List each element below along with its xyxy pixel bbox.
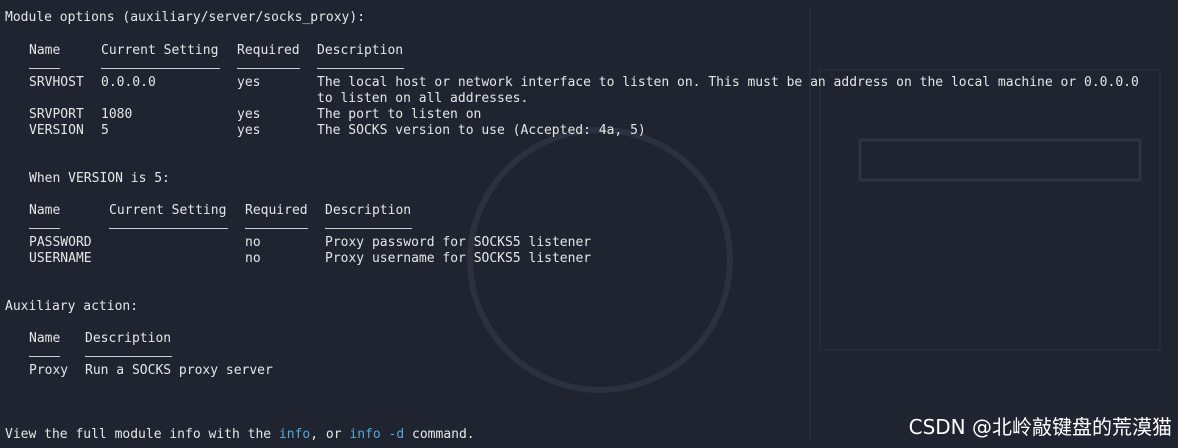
when-version-label: When VERSION is 5:	[29, 171, 170, 186]
table-row: SRVPORT 1080 yes The port to listen on	[5, 107, 1165, 123]
table-row: SRVHOST 0.0.0.0 yes The local host or ne…	[5, 75, 1165, 91]
actions-table-header: Name Description	[5, 331, 605, 347]
col-name: Name	[29, 331, 61, 346]
option-setting: 5	[101, 123, 109, 138]
col-required: Required	[245, 203, 308, 218]
footer-suffix: command.	[404, 427, 475, 442]
col-current-setting: Current Setting	[101, 43, 219, 58]
option-required: no	[245, 251, 261, 266]
info-command[interactable]: info	[279, 427, 310, 442]
underline	[245, 228, 308, 229]
option-setting: 1080	[101, 107, 133, 122]
table-row: VERSION 5 yes The SOCKS version to use (…	[5, 123, 1165, 139]
terminal-output: Module options (auxiliary/server/socks_p…	[0, 0, 1178, 448]
col-name: Name	[29, 203, 61, 218]
action-name: Proxy	[29, 363, 69, 378]
option-required: yes	[237, 107, 261, 122]
option-name: VERSION	[29, 123, 84, 138]
module-options-header: Module options (auxiliary/server/socks_p…	[5, 10, 366, 25]
table-row: USERNAME no Proxy username for SOCKS5 li…	[5, 251, 1165, 267]
underline	[29, 228, 60, 229]
underline	[29, 356, 60, 357]
col-required: Required	[237, 43, 300, 58]
col-description: Description	[317, 43, 404, 58]
option-name: SRVHOST	[29, 75, 84, 90]
option-name: USERNAME	[29, 251, 92, 266]
col-current-setting: Current Setting	[109, 203, 227, 218]
col-description: Description	[325, 203, 412, 218]
option-description: Proxy password for SOCKS5 listener	[325, 235, 592, 250]
option-description: Proxy username for SOCKS5 listener	[325, 251, 592, 266]
option-description: The local host or network interface to l…	[317, 75, 1139, 90]
option-description: The port to listen on	[317, 107, 482, 122]
options-table-header: Name Current Setting Required Descriptio…	[5, 43, 1165, 59]
option-required: no	[245, 235, 261, 250]
underline	[85, 356, 172, 357]
footer-middle: , or	[310, 427, 350, 442]
table-row: PASSWORD no Proxy password for SOCKS5 li…	[5, 235, 1165, 251]
watermark: CSDN @北岭敲键盘的荒漠猫	[908, 415, 1172, 439]
action-description: Run a SOCKS proxy server	[85, 363, 273, 378]
auxiliary-action-header: Auxiliary action:	[5, 299, 139, 314]
option-name: PASSWORD	[29, 235, 92, 250]
col-description: Description	[85, 331, 172, 346]
info-d-command[interactable]: info -d	[349, 427, 404, 442]
underline	[101, 68, 220, 69]
table-row-continuation: to listen on all addresses.	[5, 91, 1165, 107]
option-required: yes	[237, 123, 261, 138]
underline	[317, 68, 404, 69]
underline	[237, 68, 300, 69]
option-required: yes	[237, 75, 261, 90]
footer-hint: View the full module info with the info,…	[5, 427, 475, 443]
underline	[109, 228, 228, 229]
option-setting: 0.0.0.0	[101, 75, 156, 90]
col-name: Name	[29, 43, 61, 58]
footer-prefix: View the full module info with the	[5, 427, 279, 442]
option-description: The SOCKS version to use (Accepted: 4a, …	[317, 123, 646, 138]
underline	[325, 228, 412, 229]
underline	[29, 68, 60, 69]
option-name: SRVPORT	[29, 107, 84, 122]
options5-table-header: Name Current Setting Required Descriptio…	[5, 203, 1165, 219]
table-row: Proxy Run a SOCKS proxy server	[5, 363, 605, 379]
option-description-cont: to listen on all addresses.	[317, 91, 529, 106]
